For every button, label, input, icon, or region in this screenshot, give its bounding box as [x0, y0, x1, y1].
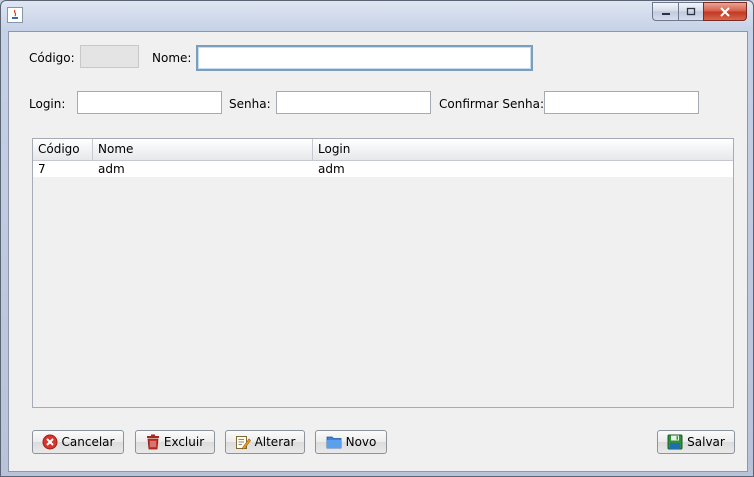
cancelar-button[interactable]: Cancelar	[32, 430, 124, 454]
novo-label: Novo	[345, 435, 377, 449]
senha-label: Senha:	[229, 97, 271, 111]
login-label: Login:	[29, 97, 66, 111]
senha-field[interactable]	[276, 91, 431, 114]
confirmar-senha-label: Confirmar Senha:	[439, 97, 545, 111]
column-header-login[interactable]: Login	[313, 139, 733, 160]
confirmar-senha-field[interactable]	[544, 91, 699, 114]
excluir-button[interactable]: Excluir	[135, 430, 215, 454]
login-field[interactable]	[77, 91, 222, 114]
novo-button[interactable]: Novo	[315, 430, 387, 454]
codigo-label: Código:	[29, 51, 75, 65]
trash-icon	[146, 434, 159, 450]
window-controls	[652, 2, 747, 21]
codigo-field[interactable]	[80, 45, 139, 68]
nome-label: Nome:	[152, 51, 192, 65]
folder-icon	[326, 436, 342, 449]
column-header-codigo[interactable]: Código	[33, 139, 93, 160]
save-icon	[667, 434, 683, 450]
close-icon[interactable]	[703, 2, 747, 21]
cancelar-label: Cancelar	[61, 435, 115, 449]
excluir-label: Excluir	[163, 435, 205, 449]
table-body: 7 adm adm	[33, 161, 733, 177]
cell-codigo: 7	[38, 162, 46, 176]
cell-login: adm	[318, 162, 345, 176]
nome-field[interactable]	[196, 45, 533, 71]
salvar-label: Salvar	[687, 435, 725, 449]
users-table[interactable]: Código Nome Login 7 adm adm	[32, 138, 734, 408]
cancel-icon	[42, 434, 58, 450]
title-bar[interactable]	[1, 1, 753, 28]
table-header: Código Nome Login	[33, 139, 733, 161]
cell-nome: adm	[98, 162, 125, 176]
column-header-nome[interactable]: Nome	[93, 139, 313, 160]
table-row[interactable]: 7 adm adm	[33, 161, 733, 177]
alterar-button[interactable]: Alterar	[225, 430, 305, 454]
app-window: Código: Nome: Login: Senha: Confirmar Se…	[0, 0, 754, 477]
main-panel: Código: Nome: Login: Senha: Confirmar Se…	[8, 31, 748, 472]
alterar-label: Alterar	[254, 435, 296, 449]
java-app-icon[interactable]	[7, 7, 23, 23]
salvar-button[interactable]: Salvar	[657, 430, 735, 454]
edit-icon	[235, 436, 251, 450]
maximize-icon[interactable]	[678, 2, 703, 21]
minimize-icon[interactable]	[652, 2, 678, 21]
